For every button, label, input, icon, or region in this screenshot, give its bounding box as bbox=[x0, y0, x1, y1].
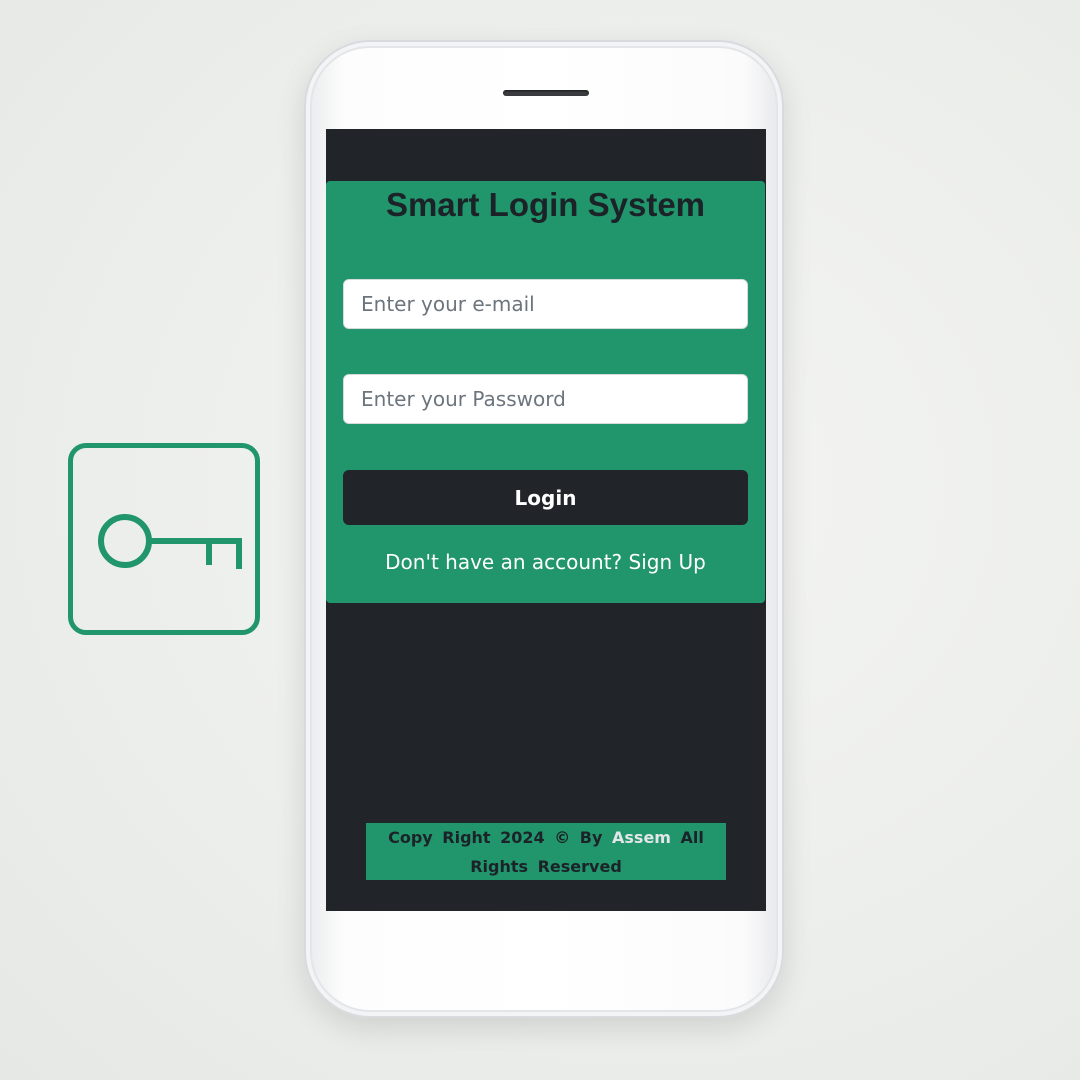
signup-prompt-line: Don't have an account? Sign Up bbox=[326, 550, 765, 574]
signup-prompt-text: Don't have an account? bbox=[385, 550, 623, 574]
phone-bottom-bezel bbox=[306, 911, 782, 1016]
login-card: Smart Login System Login Don't have an a… bbox=[326, 181, 765, 603]
footer-prefix: Copy Right 2024 © By bbox=[388, 828, 603, 847]
phone-screen: Smart Login System Login Don't have an a… bbox=[326, 129, 766, 911]
login-button[interactable]: Login bbox=[343, 470, 748, 525]
footer-author: Assem bbox=[612, 828, 671, 847]
key-icon-card bbox=[68, 443, 260, 635]
email-input[interactable] bbox=[343, 279, 748, 329]
phone-speaker bbox=[503, 90, 589, 96]
signup-link[interactable]: Sign Up bbox=[629, 550, 706, 574]
key-icon bbox=[98, 514, 242, 569]
password-input[interactable] bbox=[343, 374, 748, 424]
phone-frame: Smart Login System Login Don't have an a… bbox=[304, 40, 784, 1018]
footer: Copy Right 2024 © By Assem All Rights Re… bbox=[366, 823, 726, 880]
page-title: Smart Login System bbox=[385, 186, 706, 223]
